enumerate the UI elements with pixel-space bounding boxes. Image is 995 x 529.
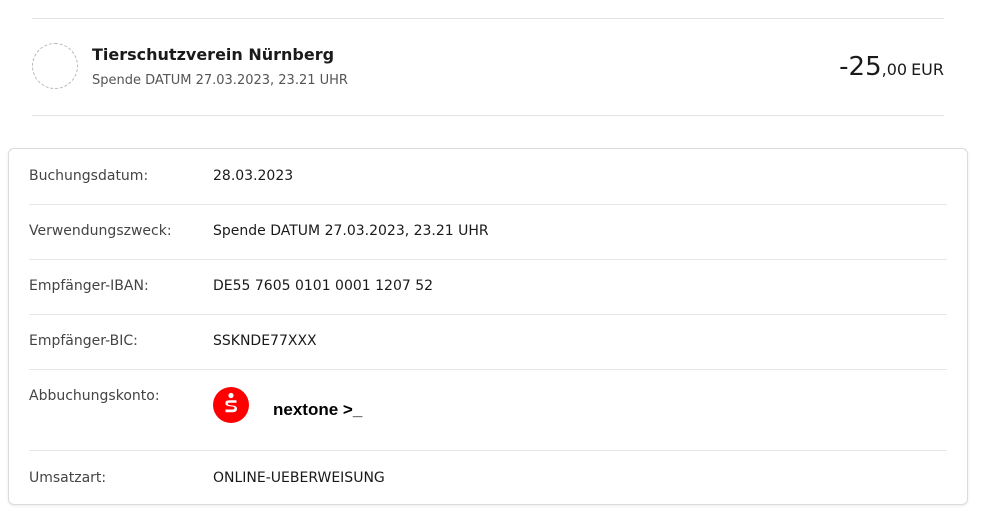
account-name[interactable]: nextone >_ <box>273 400 362 420</box>
transaction-details-card: Buchungsdatum: 28.03.2023 Verwendungszwe… <box>8 148 968 505</box>
detail-value: ONLINE-UEBERWEISUNG <box>213 470 385 486</box>
row-divider <box>29 259 947 260</box>
transaction-subtitle: Spende DATUM 27.03.2023, 23.21 UHR <box>92 73 348 88</box>
detail-label: Verwendungszweck: <box>29 223 172 239</box>
detail-label: Abbuchungskonto: <box>29 388 160 404</box>
detail-label: Umsatzart: <box>29 470 107 486</box>
transaction-header: Tierschutzverein Nürnberg Spende DATUM 2… <box>32 19 944 115</box>
avatar-placeholder <box>32 43 78 89</box>
row-divider <box>29 314 947 315</box>
sparkasse-logo-icon <box>213 387 249 423</box>
amount-integer: -25 <box>839 52 882 82</box>
detail-value: 28.03.2023 <box>213 168 294 184</box>
row-divider <box>29 450 947 451</box>
detail-label: Empfänger-BIC: <box>29 333 138 349</box>
payee-name: Tierschutzverein Nürnberg <box>92 45 335 64</box>
row-divider <box>29 369 947 370</box>
amount-decimals: ,00 <box>881 60 908 79</box>
row-divider <box>29 204 947 205</box>
detail-row-debit-account[interactable]: Abbuchungskonto: nextone >_ <box>29 387 947 434</box>
detail-value: DE55 7605 0101 0001 1207 52 <box>213 278 434 294</box>
detail-label: Buchungsdatum: <box>29 168 149 184</box>
detail-value: Spende DATUM 27.03.2023, 23.21 UHR <box>213 223 489 239</box>
transaction-amount: -25,00 EUR <box>839 52 944 82</box>
detail-value: SSKNDE77XXX <box>213 333 317 349</box>
detail-label: Empfänger-IBAN: <box>29 278 149 294</box>
header-divider <box>32 115 944 116</box>
amount-currency: EUR <box>911 60 944 79</box>
